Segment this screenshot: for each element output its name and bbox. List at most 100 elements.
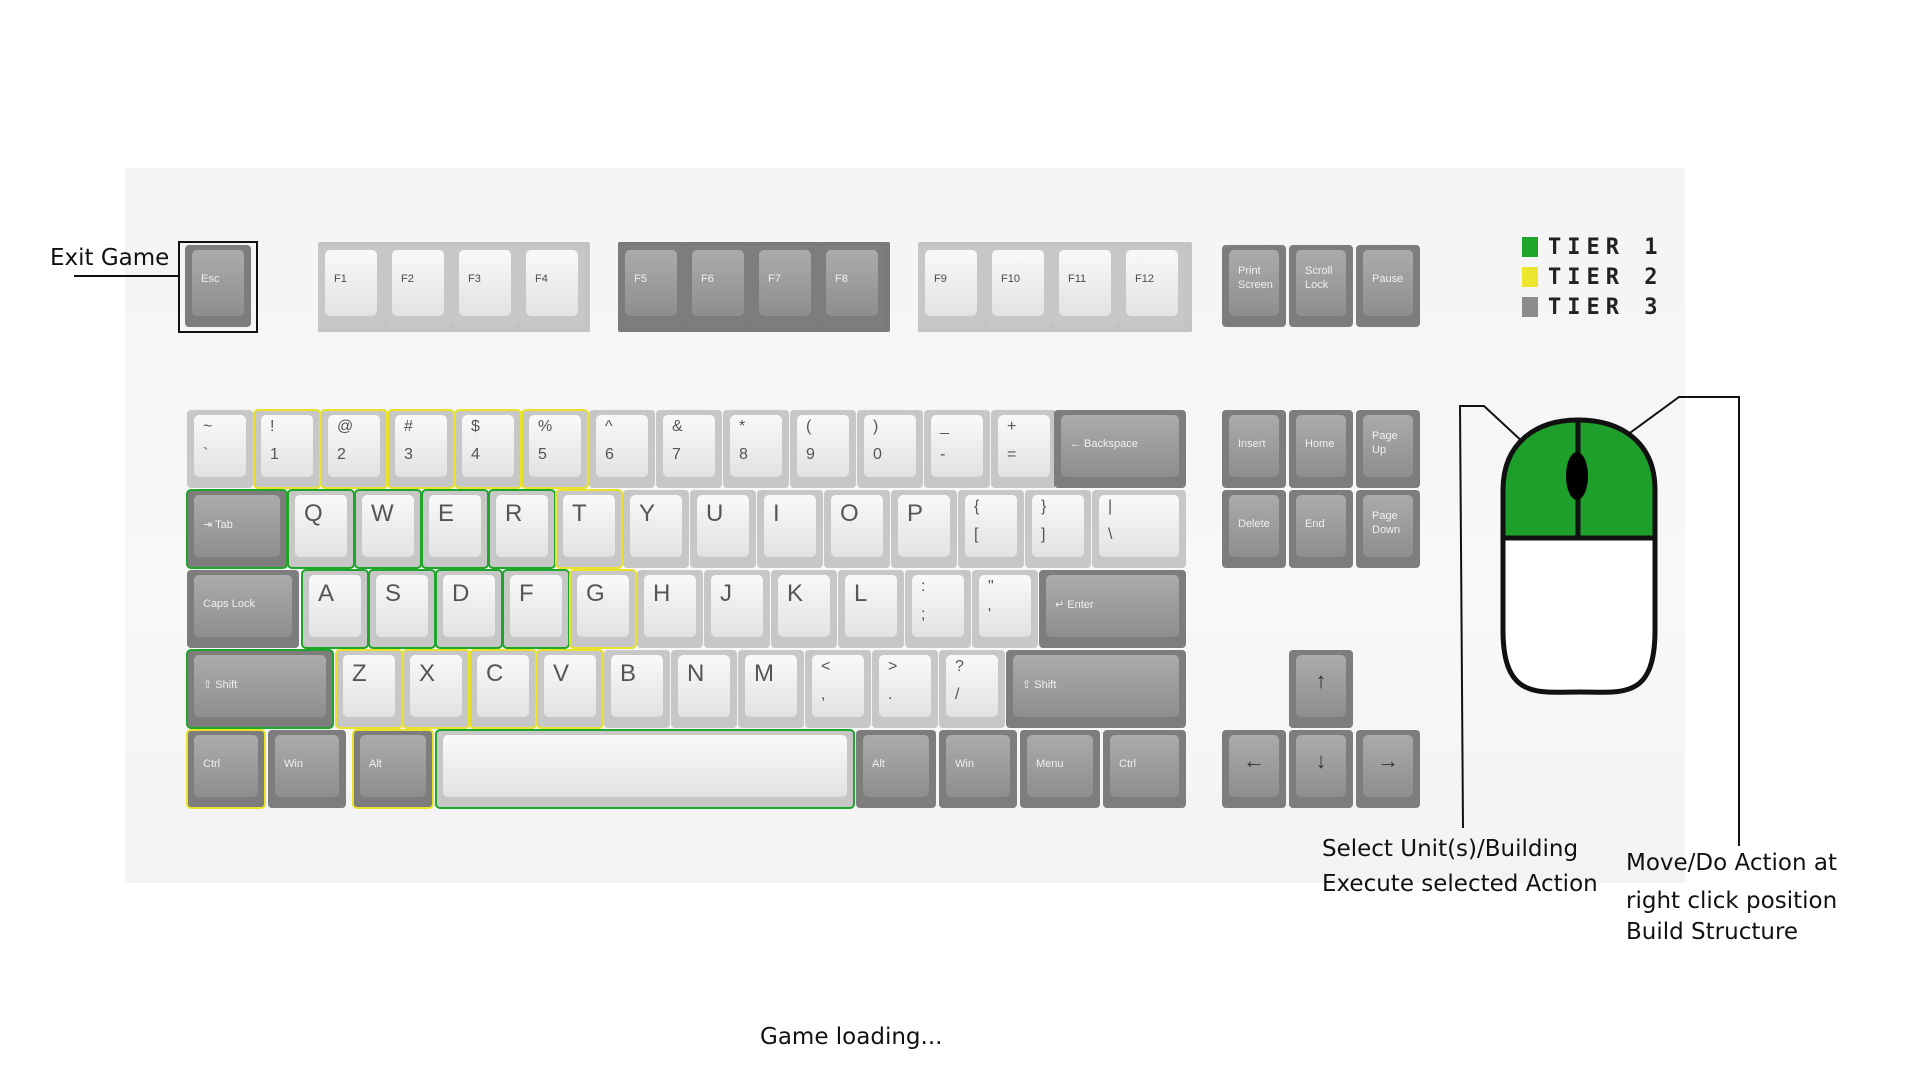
key-left-win[interactable]: Win: [268, 730, 346, 808]
key-slash[interactable]: ? /: [939, 650, 1005, 728]
key-n1[interactable]: ! 1: [253, 409, 321, 489]
key-end[interactable]: End: [1289, 490, 1353, 568]
key-u[interactable]: U: [690, 490, 756, 568]
key-grave[interactable]: ~ `: [187, 410, 253, 488]
key-n0[interactable]: ) 0: [857, 410, 923, 488]
key-n4[interactable]: $4: [454, 409, 522, 489]
key-w[interactable]: W: [354, 489, 422, 569]
key-space[interactable]: [435, 729, 855, 809]
key-f1[interactable]: F1: [318, 245, 384, 327]
key-scroll-lock[interactable]: Scroll Lock: [1289, 245, 1353, 327]
key-comma[interactable]: <,: [805, 650, 871, 728]
key-f9[interactable]: F9: [918, 245, 984, 327]
key-v[interactable]: V: [536, 649, 604, 729]
key-n3[interactable]: #3: [387, 409, 455, 489]
key-menu[interactable]: Menu: [1020, 730, 1100, 808]
key-d[interactable]: D: [435, 569, 503, 649]
key-n7[interactable]: & 7: [656, 410, 722, 488]
key-n5[interactable]: % 5: [521, 409, 589, 489]
key-g[interactable]: G: [569, 569, 637, 649]
key-page-down[interactable]: Page Down: [1356, 490, 1420, 568]
key-print-screen[interactable]: Print Screen: [1222, 245, 1286, 327]
key-label: Alt: [369, 758, 382, 770]
key-z[interactable]: Z: [335, 649, 403, 729]
key-cap: [759, 250, 811, 316]
key-f10[interactable]: F10: [985, 245, 1051, 327]
key-e[interactable]: E: [421, 489, 489, 569]
key-f[interactable]: F: [502, 569, 570, 649]
key-a[interactable]: A: [301, 569, 369, 649]
key-pipe[interactable]: | \: [1092, 490, 1186, 568]
key-j[interactable]: J: [704, 570, 770, 648]
key-caps-lock[interactable]: Caps Lock: [187, 570, 299, 648]
key-t[interactable]: T: [555, 489, 623, 569]
key-cap: [410, 655, 462, 717]
key-minus[interactable]: _ -: [924, 410, 990, 488]
key-n8[interactable]: * 8: [723, 410, 789, 488]
key-b[interactable]: B: [604, 650, 670, 728]
key-f4[interactable]: F4: [519, 245, 585, 327]
key-enter[interactable]: ↵ Enter: [1039, 570, 1186, 648]
key-arrow-left[interactable]: ←: [1222, 730, 1286, 808]
key-cap: [510, 575, 562, 637]
key-k[interactable]: K: [771, 570, 837, 648]
key-f2[interactable]: F2: [385, 245, 451, 327]
key-q[interactable]: Q: [287, 489, 355, 569]
key-right-win[interactable]: Win: [939, 730, 1017, 808]
key-arrow-right[interactable]: →: [1356, 730, 1420, 808]
key-right-ctrl[interactable]: Ctrl: [1103, 730, 1186, 808]
key-c[interactable]: C: [469, 649, 537, 729]
key-f3[interactable]: F3: [452, 245, 518, 327]
key-label: &: [672, 418, 683, 435]
key-backspace[interactable]: ← Backspace: [1054, 410, 1186, 488]
key-label: 2: [337, 446, 346, 463]
key-right-alt[interactable]: Alt: [856, 730, 936, 808]
key-label: I: [773, 500, 780, 527]
key-x[interactable]: X: [402, 649, 470, 729]
key-home[interactable]: Home: [1289, 410, 1353, 488]
key-left-ctrl[interactable]: Ctrl: [186, 729, 266, 809]
key-n9[interactable]: (9: [790, 410, 856, 488]
key-page-up[interactable]: Page Up: [1356, 410, 1420, 488]
key-y[interactable]: Y: [623, 490, 689, 568]
key-left-alt[interactable]: Alt: [352, 729, 434, 809]
key-n[interactable]: N: [671, 650, 737, 728]
key-pause[interactable]: Pause: [1356, 245, 1420, 327]
key-f11[interactable]: F11: [1052, 245, 1118, 327]
key-f8[interactable]: F8: [819, 245, 885, 327]
key-plus[interactable]: + =: [991, 410, 1057, 488]
key-arrow-down[interactable]: ↓: [1289, 730, 1353, 808]
legend-label: TIER 3: [1548, 294, 1664, 320]
key-lbrace[interactable]: {[: [958, 490, 1024, 568]
key-p[interactable]: P: [891, 490, 957, 568]
key-i[interactable]: I: [757, 490, 823, 568]
key-tab[interactable]: ⇥ Tab: [186, 489, 288, 569]
key-insert[interactable]: Insert: [1222, 410, 1286, 488]
key-label: Q: [304, 500, 323, 527]
key-l[interactable]: L: [838, 570, 904, 648]
key-f6[interactable]: F6: [685, 245, 751, 327]
key-h[interactable]: H: [637, 570, 703, 648]
key-r[interactable]: R: [488, 489, 556, 569]
key-f7[interactable]: F7: [752, 245, 818, 327]
key-left-shift[interactable]: ⇧ Shift: [186, 649, 334, 729]
key-right-shift[interactable]: ⇧ Shift: [1006, 650, 1186, 728]
key-f12[interactable]: F12: [1119, 245, 1185, 327]
key-n6[interactable]: ^ 6: [589, 410, 655, 488]
key-rbrace[interactable]: }]: [1025, 490, 1091, 568]
right-click-label-1: Move/Do Action at: [1626, 850, 1837, 876]
key-label: `: [203, 446, 209, 463]
key-delete[interactable]: Delete: [1222, 490, 1286, 568]
key-cap: [797, 415, 849, 477]
key-label: ↵ Enter: [1055, 599, 1094, 611]
key-o[interactable]: O: [824, 490, 890, 568]
key-s[interactable]: S: [368, 569, 436, 649]
key-f5[interactable]: F5: [618, 245, 684, 327]
key-n2[interactable]: @2: [320, 409, 388, 489]
key-m[interactable]: M: [738, 650, 804, 728]
key-label: ⇧ Shift: [1022, 679, 1057, 691]
key-arrow-up[interactable]: ↑: [1289, 650, 1353, 728]
key-semicolon[interactable]: :;: [905, 570, 971, 648]
key-quote[interactable]: " ': [972, 570, 1038, 648]
key-period[interactable]: >.: [872, 650, 938, 728]
